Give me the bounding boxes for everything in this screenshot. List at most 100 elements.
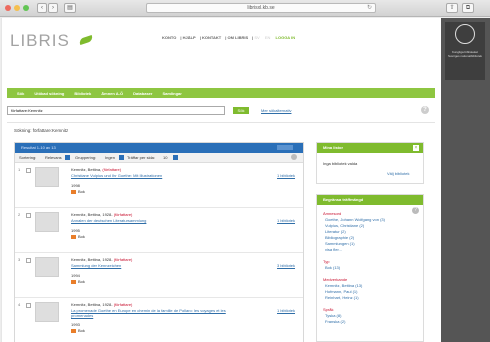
facet-item[interactable]: Bibliographie (2) <box>325 235 354 240</box>
my-lists-panel: Mina listor × Inga bibliotek valda Välj … <box>316 142 424 184</box>
url-text: librisxl.kb.se <box>247 5 275 11</box>
facet-item[interactable]: Vulpius, Christiane (2) <box>325 223 364 228</box>
record-author: Kemnitz, Bettina, 1928- (författare) <box>71 212 133 217</box>
forward-button[interactable]: › <box>48 3 58 13</box>
help-icon[interactable]: ? <box>421 106 429 114</box>
sort-dropdown-icon[interactable] <box>65 155 70 160</box>
cover-thumbnail[interactable] <box>35 212 59 232</box>
record-number: 3 <box>18 257 21 262</box>
libris-logo[interactable]: LIBRIS <box>10 31 70 51</box>
result-record: 1 Kemnitz, Bettina, (författare) Christi… <box>15 163 303 208</box>
web-page: LIBRIS KONTO | HJÄLP | KONTAKT | OM LIBRIS |… <box>1 18 441 342</box>
record-title-link[interactable]: Sammlung der Kennzeichen <box>71 263 246 268</box>
tabs-icon[interactable]: ⧉ <box>462 3 474 13</box>
record-libraries-link[interactable]: 1 bibliotek <box>277 173 295 178</box>
facet-item[interactable]: Franska (2) <box>325 319 345 324</box>
facet-item[interactable]: Literatur (2) <box>325 229 346 234</box>
nav-item-collections[interactable]: Samlingar <box>162 91 181 96</box>
record-number: 4 <box>18 302 21 307</box>
crown-emblem-icon <box>455 24 475 44</box>
record-author: Kemnitz, Bettina, 1928- (författare) <box>71 257 133 262</box>
lang-en[interactable]: EN <box>265 35 271 40</box>
sort-select[interactable]: Relevans <box>45 155 62 160</box>
cover-thumbnail[interactable] <box>35 167 59 187</box>
record-type: Bok <box>71 328 85 333</box>
refine-body: ? Ämnesord Goethe, Johann Wolfgang von (… <box>317 205 423 342</box>
lang-sv[interactable]: SV <box>254 35 259 40</box>
facet-item[interactable]: Goethe, Johann Wolfgang von (3) <box>325 217 385 222</box>
search-button[interactable]: Sök <box>233 107 249 114</box>
nav-item-databases[interactable]: Databaser <box>133 91 152 96</box>
close-window-dot[interactable] <box>5 5 11 11</box>
results-header: Resultat 1-10 av 13 <box>15 143 303 153</box>
record-title-link[interactable]: La promenade Goethe en Europe en chemin … <box>71 308 246 318</box>
facet-item[interactable]: Reinhart, Heinz (1) <box>325 295 359 300</box>
result-record: 2 Kemnitz, Bettina, 1928- (författare) A… <box>15 208 303 253</box>
kb-badge[interactable]: Kungliga biblioteket Sveriges nationalbi… <box>445 22 485 80</box>
results-count: Resultat 1-10 av 13 <box>21 145 56 150</box>
group-dropdown-icon[interactable] <box>119 155 124 160</box>
choose-library-link[interactable]: Välj bibliotek <box>387 171 409 176</box>
kb-badge-text: Kungliga biblioteket Sveriges nationalbi… <box>447 50 483 58</box>
facet-item[interactable]: Sammlungen (1) <box>325 241 355 246</box>
record-checkbox[interactable] <box>26 213 31 218</box>
results-toolbar-icon[interactable] <box>277 145 293 150</box>
record-author: Kemnitz, Bettina, (författare) <box>71 167 122 172</box>
top-link-about[interactable]: OM LIBRIS <box>227 35 248 40</box>
my-lists-header: Mina listor × <box>317 143 423 153</box>
leaf-logo-icon <box>78 34 94 46</box>
per-page-label: Träffar per sida: <box>127 155 156 160</box>
record-checkbox[interactable] <box>26 303 31 308</box>
record-checkbox[interactable] <box>26 258 31 263</box>
facet-item[interactable]: Hofmann, Paul (1) <box>325 289 357 294</box>
advanced-search-link[interactable]: Mer sökalternativ <box>261 108 291 113</box>
zoom-window-dot[interactable] <box>23 5 29 11</box>
record-libraries-link[interactable]: 1 bibliotek <box>277 308 295 313</box>
top-link-help[interactable]: HJÄLP <box>183 35 196 40</box>
show-more-link[interactable]: visa fler... <box>325 247 342 252</box>
nav-item-search[interactable]: Sök <box>17 91 24 96</box>
settings-icon[interactable] <box>291 154 297 160</box>
sidebar-toggle-icon[interactable]: ▤ <box>64 3 76 13</box>
group-label: Gruppering: <box>75 155 97 160</box>
record-libraries-link[interactable]: 1 bibliotek <box>277 218 295 223</box>
facet-heading-subject: Ämnesord <box>323 211 342 216</box>
per-page-dropdown-icon[interactable] <box>173 155 178 160</box>
search-info: Sökning: författare:Kemnitz <box>14 128 69 133</box>
share-icon[interactable]: ⇧ <box>446 3 458 13</box>
record-title-link[interactable]: Christiane Vulpius und Ihr Goethe: Mit I… <box>71 173 246 178</box>
refine-help-icon[interactable]: ? <box>412 207 419 214</box>
divider <box>7 122 435 123</box>
results-list: Resultat 1-10 av 13 Sortering: Relevans … <box>14 142 304 342</box>
browser-toolbar: ‹ › ▤ librisxl.kb.se ↻ ⇧ ⧉ <box>0 0 490 17</box>
facet-heading-type: Typ <box>323 259 330 264</box>
facet-item[interactable]: Bok (13) <box>325 265 340 270</box>
facet-item[interactable]: Tyska (8) <box>325 313 341 318</box>
login-link[interactable]: LOGGA IN <box>276 35 296 40</box>
record-title-link[interactable]: Annalen der deutschen Literatursammlung <box>71 218 246 223</box>
nav-item-libraries[interactable]: Bibliotek <box>74 91 91 96</box>
record-type: Bok <box>71 279 85 284</box>
record-libraries-link[interactable]: 3 bibliotek <box>277 263 295 268</box>
nav-item-advanced[interactable]: Utökad sökning <box>34 91 64 96</box>
facet-heading-contributor: Medverkande <box>323 277 348 282</box>
minimize-window-dot[interactable] <box>14 5 20 11</box>
top-link-konto[interactable]: KONTO <box>162 35 176 40</box>
facet-item[interactable]: Kemnitz, Bettina (13) <box>325 283 362 288</box>
cover-thumbnail[interactable] <box>35 302 59 322</box>
record-checkbox[interactable] <box>26 168 31 173</box>
refine-title: Begränsa träffmängd <box>323 197 364 202</box>
nav-item-subjects[interactable]: Ämnen A-Ö <box>101 91 123 96</box>
top-link-contact[interactable]: KONTAKT <box>202 35 221 40</box>
record-year: 1998 <box>71 183 80 188</box>
back-button[interactable]: ‹ <box>37 3 47 13</box>
group-select[interactable]: Ingen <box>105 155 115 160</box>
search-input[interactable]: författare:Kemnitz <box>7 106 225 115</box>
reload-icon[interactable]: ↻ <box>367 4 372 13</box>
record-type: Bok <box>71 234 85 239</box>
collapse-icon[interactable]: × <box>413 145 419 151</box>
record-year: 1995 <box>71 228 80 233</box>
per-page-select[interactable]: 10 <box>163 155 167 160</box>
cover-thumbnail[interactable] <box>35 257 59 277</box>
address-bar[interactable]: librisxl.kb.se ↻ <box>146 3 376 13</box>
